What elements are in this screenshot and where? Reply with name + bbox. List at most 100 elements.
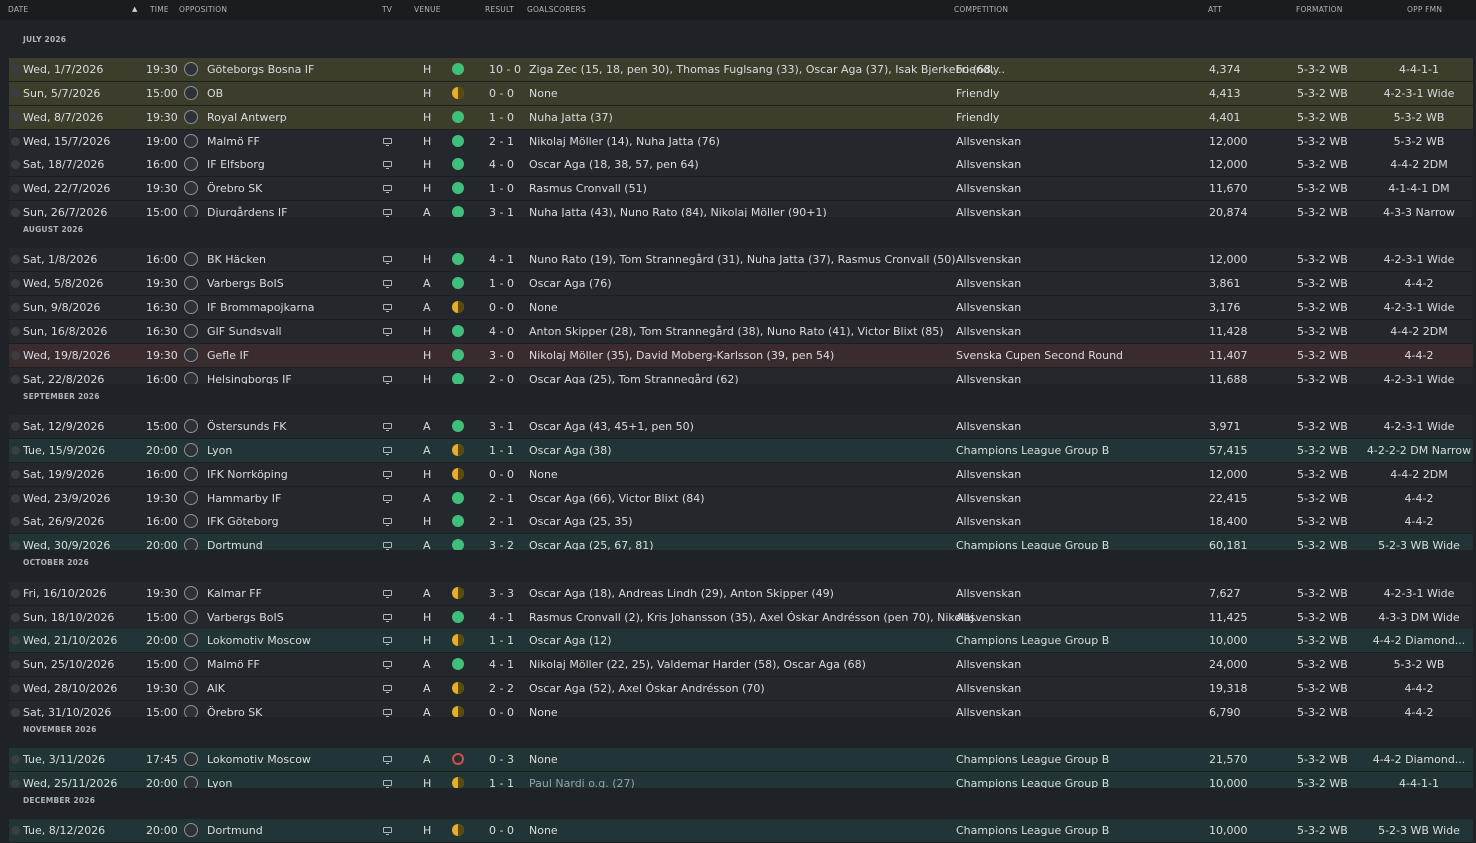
opposition-name[interactable]: Varbergs BoIS <box>207 277 284 290</box>
col-opp-fmn[interactable]: OPP FMN <box>1407 5 1442 14</box>
competition[interactable]: Svenska Cupen Second Round <box>956 349 1123 362</box>
col-tv[interactable]: TV <box>382 5 392 14</box>
result-score[interactable]: 1 - 1 <box>489 634 514 647</box>
col-formation[interactable]: FORMATION <box>1296 5 1343 14</box>
competition[interactable]: Friendly <box>956 111 999 124</box>
row-select-dot[interactable] <box>11 374 20 384</box>
competition[interactable]: Allsvenskan <box>956 158 1021 171</box>
result-score[interactable]: 10 - 0 <box>489 63 521 76</box>
col-competition[interactable]: COMPETITION <box>954 5 1008 14</box>
opposition-name[interactable]: Royal Antwerp <box>207 111 287 124</box>
competition[interactable]: Allsvenskan <box>956 682 1021 695</box>
result-score[interactable]: 4 - 1 <box>489 253 514 266</box>
opposition-name[interactable]: IFK Norrköping <box>207 468 288 481</box>
table-row[interactable]: Wed, 28/10/2026 19:30 AIK A 2 - 2 Oscar Aga (… <box>9 677 1473 702</box>
row-select-dot[interactable] <box>11 588 20 598</box>
row-select-dot[interactable] <box>11 350 20 360</box>
row-select-dot[interactable] <box>11 303 20 313</box>
result-score[interactable]: 3 - 0 <box>489 349 514 362</box>
opposition-name[interactable]: Dortmund <box>207 824 263 837</box>
table-row[interactable]: Wed, 8/7/2026 19:30 Royal Antwerp H 1 - 0 Nuh… <box>9 105 1473 130</box>
col-venue[interactable]: VENUE <box>414 5 441 14</box>
sort-ascending-icon[interactable]: ▲ <box>132 5 137 13</box>
row-select-dot[interactable] <box>11 755 20 765</box>
row-select-dot[interactable] <box>11 279 20 289</box>
opposition-name[interactable]: Östersunds FK <box>207 420 286 433</box>
result-score[interactable]: 4 - 1 <box>489 658 514 671</box>
result-score[interactable]: 2 - 1 <box>489 515 514 528</box>
table-row[interactable]: Sat, 12/9/2026 15:00 Östersunds FK A 3 - 1 Os… <box>9 415 1473 440</box>
row-select-dot[interactable] <box>11 445 20 455</box>
competition[interactable]: Allsvenskan <box>956 325 1021 338</box>
table-row[interactable]: Sat, 26/9/2026 16:00 IFK Göteborg H 2 - 1 Osc… <box>9 510 1473 535</box>
opposition-name[interactable]: Varbergs BoIS <box>207 611 284 624</box>
row-select-dot[interactable] <box>11 541 20 551</box>
result-score[interactable]: 1 - 1 <box>489 444 514 457</box>
competition[interactable]: Allsvenskan <box>956 420 1021 433</box>
col-result[interactable]: RESULT <box>485 5 514 14</box>
result-score[interactable]: 3 - 1 <box>489 420 514 433</box>
competition[interactable]: Allsvenskan <box>956 468 1021 481</box>
competition[interactable]: Allsvenskan <box>956 611 1021 624</box>
table-row[interactable]: Sun, 9/8/2026 16:30 IF Brommapojkarna A 0 - … <box>9 296 1473 321</box>
row-select-dot[interactable] <box>11 184 20 194</box>
opposition-name[interactable]: IFK Göteborg <box>207 515 279 528</box>
opposition-name[interactable]: Örebro SK <box>207 182 262 195</box>
table-row[interactable]: Wed, 21/10/2026 20:00 Lokomotiv Moscow H 1 -… <box>9 629 1473 654</box>
result-score[interactable]: 2 - 2 <box>489 682 514 695</box>
col-opposition[interactable]: OPPOSITION <box>179 5 227 14</box>
competition[interactable]: Allsvenskan <box>956 587 1021 600</box>
competition[interactable]: Allsvenskan <box>956 658 1021 671</box>
result-score[interactable]: 0 - 0 <box>489 87 514 100</box>
row-select-dot[interactable] <box>11 612 20 622</box>
row-select-dot[interactable] <box>11 517 20 527</box>
result-score[interactable]: 4 - 1 <box>489 611 514 624</box>
table-row[interactable]: Wed, 5/8/2026 19:30 Varbergs BoIS A 1 - 0 Osc… <box>9 272 1473 297</box>
table-row[interactable]: Tue, 15/9/2026 20:00 Lyon A 1 - 1 Oscar Aga (… <box>9 438 1473 463</box>
table-row[interactable]: Wed, 23/9/2026 19:30 Hammarby IF A 2 - 1 Osca… <box>9 486 1473 511</box>
row-select-dot[interactable] <box>11 707 20 717</box>
opposition-name[interactable]: Gefle IF <box>207 349 249 362</box>
row-select-dot[interactable] <box>11 65 20 74</box>
opposition-name[interactable]: Lokomotiv Moscow <box>207 634 311 647</box>
result-score[interactable]: 4 - 0 <box>489 325 514 338</box>
col-att[interactable]: ATT <box>1208 5 1222 14</box>
opposition-name[interactable]: Hammarby IF <box>207 492 281 505</box>
table-row[interactable]: Sat, 19/9/2026 16:00 IFK Norrköping H 0 - 0 N… <box>9 462 1473 487</box>
competition[interactable]: Allsvenskan <box>956 301 1021 314</box>
competition[interactable]: Champions League Group B <box>956 753 1109 766</box>
table-row[interactable]: Wed, 19/8/2026 19:30 Gefle IF H 3 - 0 Nikolaj… <box>9 343 1473 368</box>
row-select-dot[interactable] <box>11 779 20 789</box>
row-select-dot[interactable] <box>11 684 20 694</box>
row-select-dot[interactable] <box>11 160 20 170</box>
result-score[interactable]: 2 - 1 <box>489 135 514 148</box>
col-goalscorers[interactable]: GOALSCORERS <box>527 5 586 14</box>
competition[interactable]: Champions League Group B <box>956 634 1109 647</box>
competition[interactable]: Friendly <box>956 63 999 76</box>
row-select-dot[interactable] <box>11 136 20 146</box>
result-score[interactable]: 0 - 0 <box>489 301 514 314</box>
col-date[interactable]: DATE <box>8 5 28 14</box>
competition[interactable]: Allsvenskan <box>956 492 1021 505</box>
row-select-dot[interactable] <box>11 327 20 336</box>
opposition-name[interactable]: AIK <box>207 682 225 695</box>
opposition-name[interactable]: IF Elfsborg <box>207 158 265 171</box>
table-row[interactable]: Tue, 8/12/2026 20:00 Dortmund H 0 - 0 None Cha… <box>9 819 1473 843</box>
table-row[interactable]: Tue, 3/11/2026 17:45 Lokomotiv Moscow A 0 - … <box>9 748 1473 773</box>
opposition-name[interactable]: Malmö FF <box>207 658 260 671</box>
row-select-dot[interactable] <box>11 636 20 646</box>
table-row[interactable]: Wed, 1/7/2026 19:30 Göteborgs Bosna IF H 10 … <box>9 58 1473 82</box>
opposition-name[interactable]: Lyon <box>207 444 232 457</box>
result-score[interactable]: 1 - 0 <box>489 182 514 195</box>
competition[interactable]: Allsvenskan <box>956 182 1021 195</box>
row-select-dot[interactable] <box>11 255 20 265</box>
table-row[interactable]: Sun, 25/10/2026 15:00 Malmö FF A 4 - 1 Nikola… <box>9 653 1473 678</box>
competition[interactable]: Allsvenskan <box>956 135 1021 148</box>
table-row[interactable]: Sun, 18/10/2026 15:00 Varbergs BoIS H 4 - 1 R… <box>9 605 1473 630</box>
table-row[interactable]: Fri, 16/10/2026 19:30 Kalmar FF A 3 - 3 Oscar… <box>9 581 1473 606</box>
row-select-dot[interactable] <box>11 469 20 479</box>
result-score[interactable]: 2 - 1 <box>489 492 514 505</box>
table-row[interactable]: Wed, 15/7/2026 19:00 Malmö FF H 2 - 1 Nikolaj… <box>9 129 1473 154</box>
competition[interactable]: Champions League Group B <box>956 824 1109 837</box>
competition[interactable]: Allsvenskan <box>956 277 1021 290</box>
